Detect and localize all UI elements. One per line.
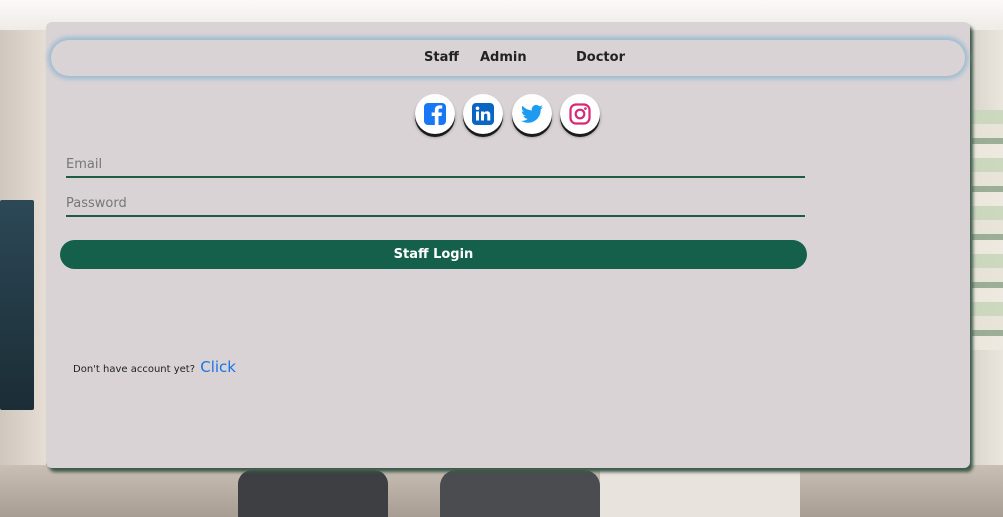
facebook-button[interactable] bbox=[415, 94, 455, 134]
instagram-icon bbox=[569, 103, 591, 125]
background-desk bbox=[600, 465, 800, 517]
facebook-icon bbox=[424, 103, 446, 125]
twitter-icon bbox=[521, 104, 543, 123]
password-field[interactable] bbox=[66, 191, 805, 217]
role-navbar: Staff Admin Doctor bbox=[51, 40, 965, 76]
staff-login-button[interactable]: Staff Login bbox=[60, 240, 807, 269]
login-card: Staff Admin Doctor Staff Login Don't bbox=[46, 22, 970, 468]
background-shelf bbox=[972, 110, 1003, 350]
background-chair bbox=[440, 470, 600, 517]
nav-admin-link[interactable]: Admin bbox=[480, 50, 527, 65]
nav-staff-link[interactable]: Staff bbox=[424, 50, 459, 65]
background-medical-cart bbox=[0, 200, 34, 410]
background-chair bbox=[238, 470, 388, 517]
email-field[interactable] bbox=[66, 152, 805, 178]
signup-link[interactable]: Click bbox=[200, 358, 236, 376]
signup-text: Don't have account yet? bbox=[73, 364, 196, 375]
twitter-button[interactable] bbox=[512, 94, 552, 134]
linkedin-icon bbox=[472, 103, 494, 125]
nav-doctor-link[interactable]: Doctor bbox=[576, 50, 625, 65]
linkedin-button[interactable] bbox=[463, 94, 503, 134]
signup-prompt: Don't have account yet? Click bbox=[73, 358, 236, 376]
instagram-button[interactable] bbox=[560, 94, 600, 134]
